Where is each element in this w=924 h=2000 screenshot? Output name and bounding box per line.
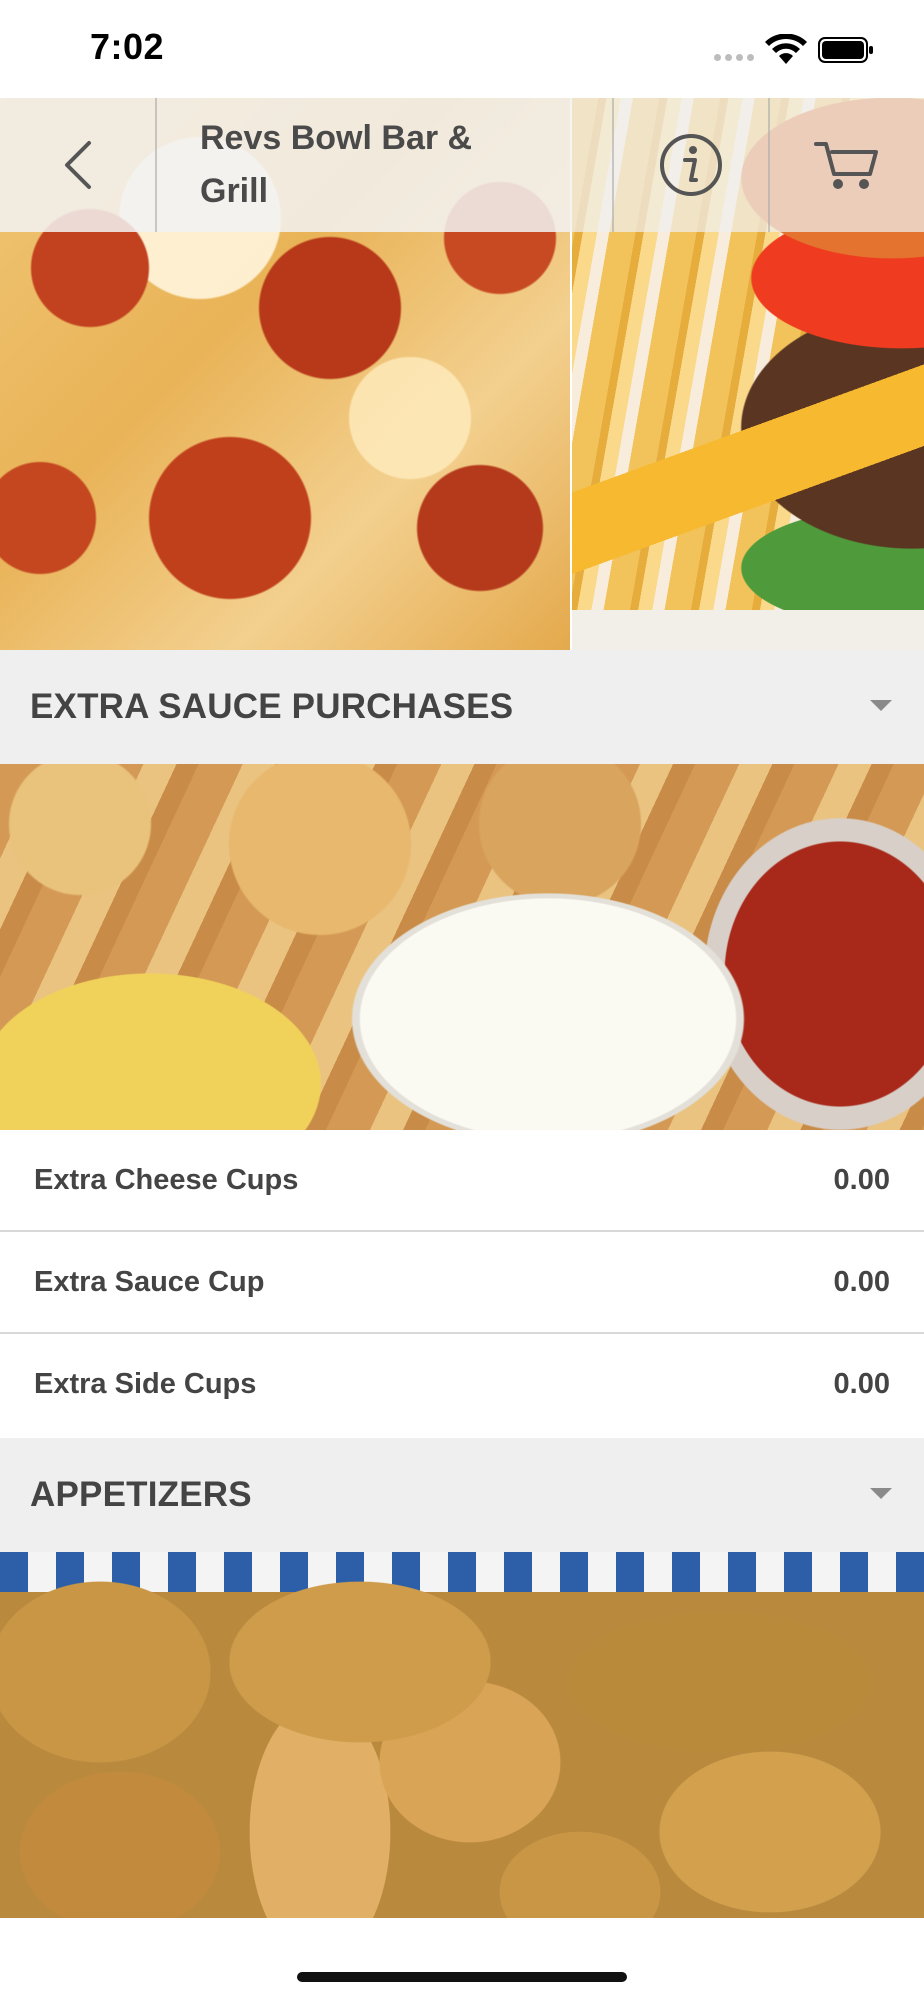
page-title: Revs Bowl Bar & Grill: [200, 119, 473, 210]
shopping-cart-icon: [814, 142, 878, 189]
section-title: EXTRA SAUCE PURCHASES: [30, 687, 514, 726]
list-item[interactable]: Extra Cheese Cups 0.00: [0, 1130, 924, 1232]
item-name: Extra Sauce Cup: [34, 1266, 265, 1298]
section-header-appetizers[interactable]: APPETIZERS: [0, 1438, 924, 1552]
list-item[interactable]: Extra Side Cups 0.00: [0, 1334, 924, 1436]
list-item[interactable]: Extra Sauce Cup 0.00: [0, 1232, 924, 1334]
item-name: Extra Cheese Cups: [34, 1164, 299, 1196]
home-indicator[interactable]: [297, 1972, 627, 1982]
caret-down-icon: [870, 700, 892, 711]
info-circle-icon: [660, 134, 722, 196]
status-time: 7:02: [90, 26, 165, 67]
section-header-extra-sauce[interactable]: EXTRA SAUCE PURCHASES: [0, 650, 924, 764]
chevron-left-icon: [64, 141, 91, 189]
back-button[interactable]: [0, 98, 155, 232]
item-price: 0.00: [833, 1266, 890, 1298]
appetizers-image: [0, 1552, 924, 1918]
item-price: 0.00: [833, 1164, 890, 1196]
section-title: APPETIZERS: [30, 1475, 252, 1514]
nav-bar: Revs Bowl Bar & Grill: [0, 98, 924, 232]
sauce-cups-image: [0, 764, 924, 1130]
info-button[interactable]: [614, 98, 768, 232]
item-price: 0.00: [833, 1368, 890, 1400]
cart-button[interactable]: [770, 98, 924, 232]
caret-down-icon: [870, 1488, 892, 1499]
item-name: Extra Side Cups: [34, 1368, 257, 1400]
cellular-signal-icon: [714, 54, 754, 61]
battery-icon: [818, 37, 873, 63]
wifi-icon: [765, 34, 807, 64]
status-bar: 7:02: [0, 0, 924, 98]
